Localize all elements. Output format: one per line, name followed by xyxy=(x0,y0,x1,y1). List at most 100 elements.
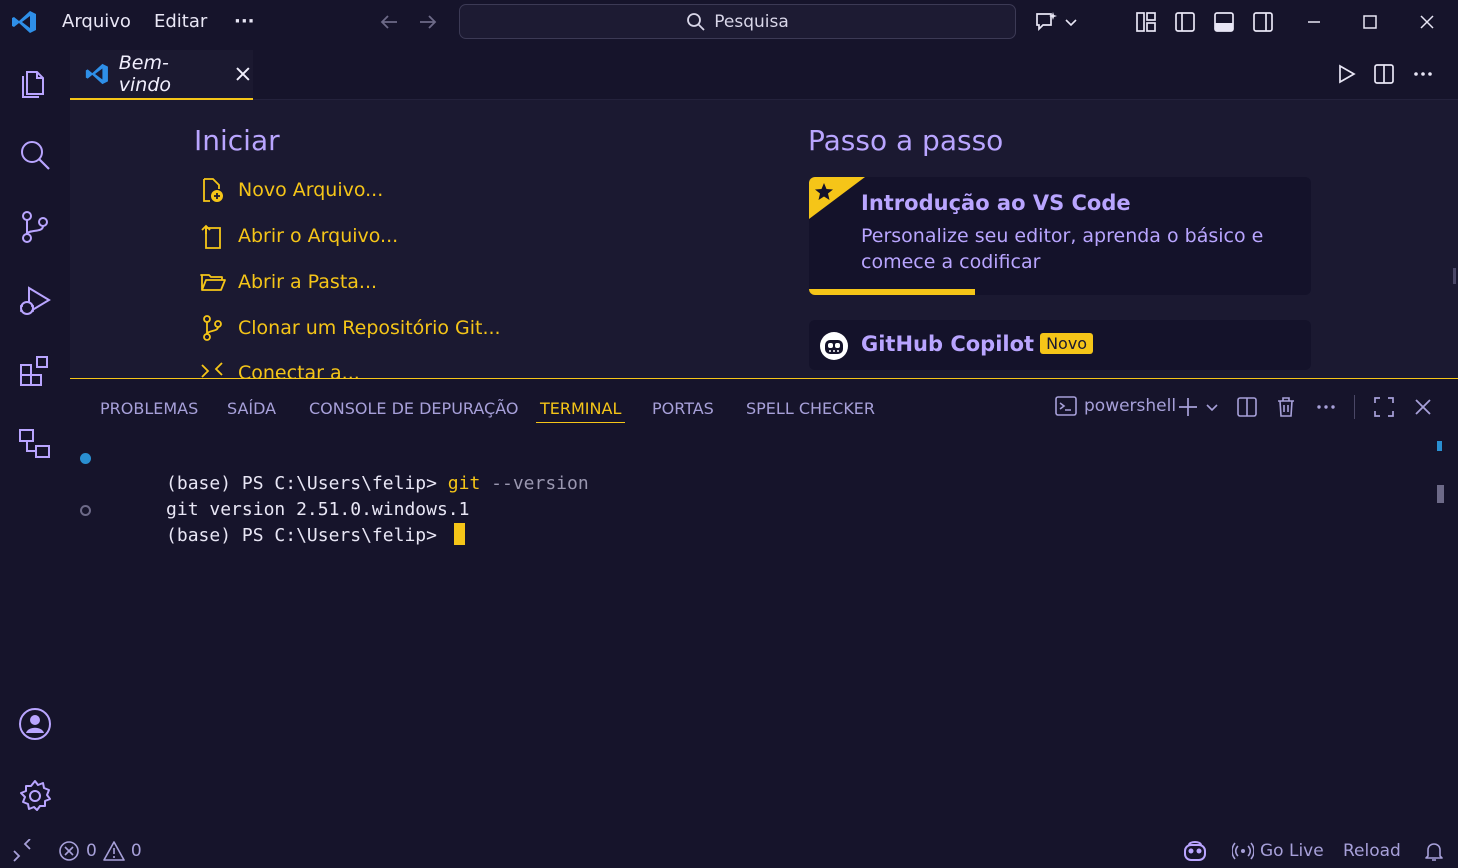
close-panel-icon[interactable] xyxy=(1411,395,1435,419)
tab-output[interactable]: SAÍDA xyxy=(227,399,276,418)
connect-to-label: Conectar a... xyxy=(238,362,360,378)
terminal-line: (base) PS C:\Users\felip> xyxy=(80,497,589,546)
toggle-secondary-sidebar-icon[interactable] xyxy=(1251,10,1275,34)
welcome-page: Iniciar Novo Arquivo... Abrir o Arquivo.… xyxy=(70,100,1458,378)
vscode-logo-icon xyxy=(85,63,108,85)
clone-repo-label: Clonar um Repositório Git... xyxy=(238,317,501,339)
trash-icon[interactable] xyxy=(1274,395,1298,419)
chevron-down-icon[interactable] xyxy=(1063,10,1079,34)
tab-label: Bem-vindo xyxy=(118,52,172,96)
terminal-icon xyxy=(1055,396,1077,416)
more-actions-icon[interactable] xyxy=(1314,395,1338,419)
tab-welcome[interactable]: Bem-vindo xyxy=(70,50,253,100)
search-view-icon[interactable] xyxy=(17,137,53,173)
open-file-icon xyxy=(201,224,221,249)
vscode-logo-icon xyxy=(12,11,36,33)
close-tab-icon[interactable] xyxy=(233,64,253,84)
split-terminal-icon[interactable] xyxy=(1235,395,1259,419)
remote-explorer-icon[interactable] xyxy=(17,426,53,462)
editor-tab-bar: Bem-vindo xyxy=(70,44,1458,100)
menu-arquivo[interactable]: Arquivo xyxy=(62,10,131,34)
copilot-status-icon[interactable] xyxy=(1182,838,1208,864)
panel-toolbar-divider xyxy=(1354,395,1355,419)
run-debug-icon[interactable] xyxy=(17,282,53,318)
terminal-cursor xyxy=(453,523,465,545)
problems-status[interactable]: 0 0 xyxy=(58,839,142,863)
card-description: Personalize seu editor, aprenda o básico… xyxy=(861,225,1264,273)
run-icon[interactable] xyxy=(1334,62,1358,86)
explorer-icon[interactable] xyxy=(17,64,53,100)
go-live-label: Go Live xyxy=(1260,841,1324,861)
source-control-icon[interactable] xyxy=(17,209,53,245)
search-placeholder: Pesquisa xyxy=(714,11,789,32)
title-bar: Arquivo Editar ··· Pesquisa xyxy=(0,0,1458,44)
star-badge-icon xyxy=(809,177,865,219)
toggle-panel-icon[interactable] xyxy=(1212,10,1236,34)
new-file-label: Novo Arquivo... xyxy=(238,179,384,201)
back-arrow-icon[interactable] xyxy=(378,11,400,33)
reload-button[interactable]: Reload xyxy=(1343,839,1401,863)
command-center-search[interactable]: Pesquisa xyxy=(459,4,1016,39)
open-file-label: Abrir o Arquivo... xyxy=(238,225,399,247)
notifications-bell-icon[interactable] xyxy=(1422,839,1446,863)
activity-bar xyxy=(0,44,70,834)
open-folder-link[interactable]: Abrir a Pasta... xyxy=(198,267,377,297)
search-icon xyxy=(687,12,705,31)
customize-layout-icon[interactable] xyxy=(1134,10,1158,34)
menu-editar[interactable]: Editar xyxy=(154,10,207,34)
connect-to-link[interactable]: Conectar a... xyxy=(198,359,360,378)
forward-arrow-icon[interactable] xyxy=(417,11,439,33)
new-terminal-plus-icon[interactable] xyxy=(1176,395,1200,419)
walkthrough-card-copilot[interactable]: GitHub Copilot Novo xyxy=(809,320,1311,370)
maximize-panel-icon[interactable] xyxy=(1372,395,1396,419)
new-badge: Novo xyxy=(1040,333,1094,354)
open-folder-label: Abrir a Pasta... xyxy=(238,271,378,293)
tab-spell-checker[interactable]: SPELL CHECKER xyxy=(746,399,875,418)
clone-repo-link[interactable]: Clonar um Repositório Git... xyxy=(198,313,501,343)
tab-ports[interactable]: PORTAS xyxy=(652,399,714,418)
warning-count: 0 xyxy=(130,841,142,861)
copilot-icon xyxy=(820,332,848,360)
chevron-down-icon[interactable] xyxy=(1204,395,1220,419)
card-progress-bar xyxy=(809,289,975,295)
git-branch-icon xyxy=(203,315,222,341)
copilot-chat-icon[interactable] xyxy=(1034,10,1060,34)
walkthrough-card-vscode[interactable]: Introdução ao VS Code Personalize seu ed… xyxy=(809,177,1311,295)
menu-more-button[interactable]: ··· xyxy=(234,10,255,34)
tab-debug-console[interactable]: CONSOLE DE DEPURAÇÃO xyxy=(309,399,518,418)
command-success-dot xyxy=(80,453,91,464)
new-file-link[interactable]: Novo Arquivo... xyxy=(198,175,383,205)
terminal-shell-selector[interactable]: powershell xyxy=(1054,394,1176,418)
bottom-panel: PROBLEMAS SAÍDA CONSOLE DE DEPURAÇÃO TER… xyxy=(70,378,1458,834)
error-count: 0 xyxy=(86,841,97,861)
walkthrough-title: Passo a passo xyxy=(808,124,1004,157)
warning-icon xyxy=(103,841,125,861)
terminal-prompt: (base) PS C:\Users\felip> xyxy=(166,525,448,546)
open-file-link[interactable]: Abrir o Arquivo... xyxy=(198,221,398,251)
extensions-icon[interactable] xyxy=(17,353,53,389)
terminal-output[interactable]: (base) PS C:\Users\felip> git --version … xyxy=(80,445,589,546)
toggle-primary-sidebar-icon[interactable] xyxy=(1173,10,1197,34)
broadcast-icon xyxy=(1232,842,1254,860)
tab-terminal[interactable]: TERMINAL xyxy=(536,399,626,423)
settings-gear-icon[interactable] xyxy=(17,778,53,814)
split-editor-icon[interactable] xyxy=(1372,62,1396,86)
folder-icon xyxy=(200,274,226,291)
terminal-scrollbar[interactable] xyxy=(1437,485,1444,503)
editor-scroll-marker[interactable] xyxy=(1453,268,1456,284)
card-title: Introdução ao VS Code xyxy=(861,191,1131,215)
remote-icon xyxy=(201,362,223,378)
status-bar: 0 0 Go Live Reload xyxy=(0,834,1458,868)
account-icon[interactable] xyxy=(17,706,53,742)
remote-indicator-icon[interactable] xyxy=(10,839,34,863)
terminal-line: (base) PS C:\Users\felip> git --version xyxy=(80,445,589,494)
maximize-icon[interactable] xyxy=(1358,10,1382,34)
minimize-icon[interactable] xyxy=(1302,10,1326,34)
go-live-button[interactable]: Go Live xyxy=(1232,839,1324,863)
close-window-icon[interactable] xyxy=(1415,10,1439,34)
command-pending-dot xyxy=(80,505,91,516)
tab-problems[interactable]: PROBLEMAS xyxy=(100,399,198,418)
copilot-card-title: GitHub Copilot xyxy=(861,332,1035,356)
scroll-marker xyxy=(1437,441,1442,451)
more-actions-icon[interactable] xyxy=(1411,62,1435,86)
